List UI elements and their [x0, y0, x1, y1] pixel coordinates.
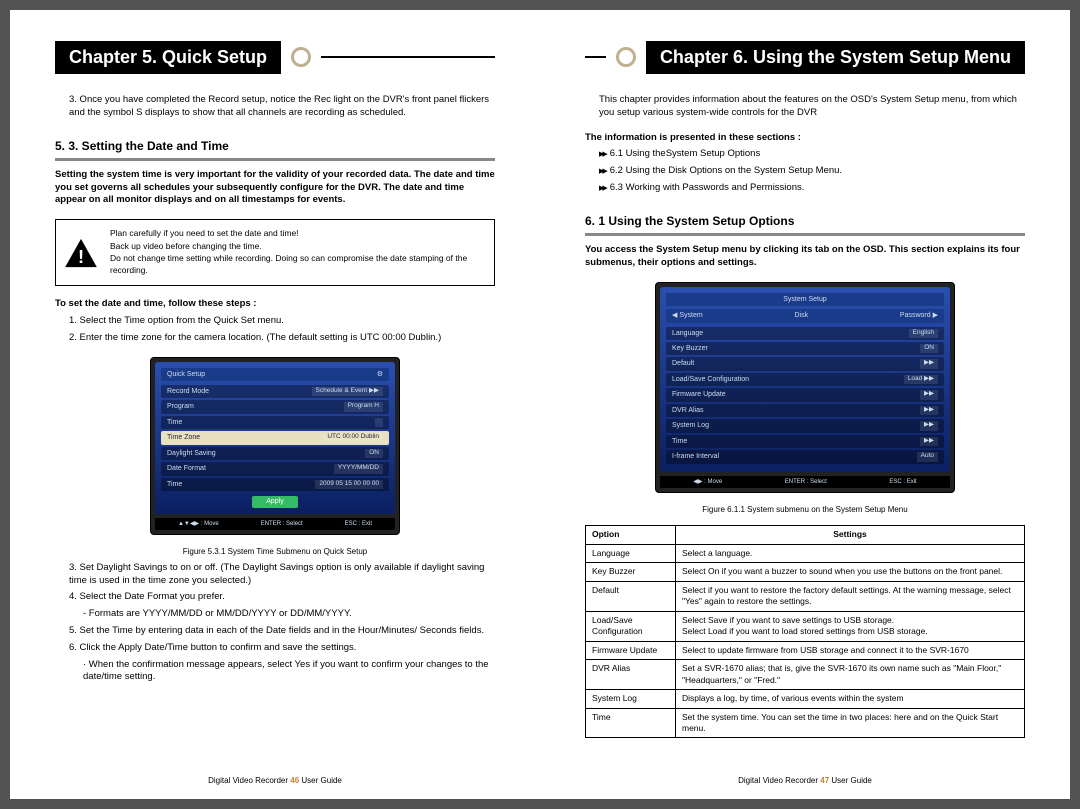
steps-intro: To set the date and time, follow these s…	[55, 298, 495, 311]
menu-row: Daylight SavingON	[161, 447, 389, 460]
step-item: 1. Select the Time option from the Quick…	[55, 315, 495, 328]
menu-row: Date FormatYYYY/MM/DD	[161, 462, 389, 475]
decor-line	[585, 56, 606, 58]
warning-icon: !	[64, 238, 98, 268]
table-row: System LogDisplays a log, by time, of va…	[586, 690, 1025, 708]
toc-item: 6.1 Using theSystem Setup Options	[599, 148, 1025, 161]
ui-screenshot-systemsetup: System Setup ◀ System Disk Password ▶ La…	[655, 282, 955, 493]
table-row: TimeSet the system time. You can set the…	[586, 708, 1025, 738]
step-item: 2. Enter the time zone for the camera lo…	[55, 332, 495, 345]
page-right: Chapter 6. Using the System Setup Menu T…	[540, 10, 1070, 799]
sections-heading: The information is presented in these se…	[585, 132, 1025, 145]
step-subitem: · When the confirmation message appears,…	[55, 659, 495, 685]
warning-box: ! Plan carefully if you need to set the …	[55, 219, 495, 286]
table-header-option: Option	[586, 526, 676, 544]
decor-circle	[616, 47, 636, 67]
chapter-title: Chapter 6. Using the System Setup Menu	[646, 41, 1025, 74]
content-left: 3. Once you have completed the Record se…	[55, 94, 495, 779]
menu-row: Key BuzzerON	[666, 342, 944, 355]
menu-row: Record ModeSchedule & Event ▶▶	[161, 385, 389, 398]
warning-text: Plan carefully if you need to set the da…	[110, 228, 486, 277]
page-footer: Digital Video Recorder 46 User Guide	[10, 776, 540, 785]
menu-row: LanguageEnglish	[666, 327, 944, 340]
table-row: Key BuzzerSelect On if you want a buzzer…	[586, 563, 1025, 581]
menu-row: Default▶▶	[666, 357, 944, 370]
step-subitem: - Formats are YYYY/MM/DD or MM/DD/YYYY o…	[55, 608, 495, 621]
table-row: DefaultSelect if you want to restore the…	[586, 581, 1025, 611]
figure-caption: Figure 6.1.1 System submenu on the Syste…	[585, 505, 1025, 516]
intro-list-item: 3. Once you have completed the Record se…	[55, 94, 495, 120]
menu-row: Time▶▶	[666, 435, 944, 448]
menu-row: Time	[161, 416, 389, 429]
chapter-header-left: Chapter 5. Quick Setup	[55, 40, 495, 74]
step-item: 3. Set Daylight Savings to on or off. (T…	[55, 562, 495, 588]
section-heading: 5. 3. Setting the Date and Time	[55, 134, 495, 161]
section-body: You access the System Setup menu by clic…	[585, 244, 1025, 270]
options-table: Option Settings LanguageSelect a languag…	[585, 525, 1025, 738]
section-body: Setting the system time is very importan…	[55, 169, 495, 207]
content-right: This chapter provides information about …	[585, 94, 1025, 779]
step-item: 4. Select the Date Format you prefer.	[55, 591, 495, 604]
apply-button: Apply	[252, 496, 298, 507]
manual-spread: Chapter 5. Quick Setup 3. Once you have …	[10, 10, 1070, 799]
step-item: 5. Set the Time by entering data in each…	[55, 625, 495, 638]
figure-caption: Figure 5.3.1 System Time Submenu on Quic…	[55, 547, 495, 558]
svg-text:!: !	[78, 246, 84, 267]
table-row: Firmware UpdateSelect to update firmware…	[586, 641, 1025, 659]
page-number: 47	[820, 776, 829, 785]
toc-item: 6.3 Working with Passwords and Permissio…	[599, 182, 1025, 195]
menu-row: Time ZoneUTC 00:00 Dublin	[161, 431, 389, 444]
section-heading: 6. 1 Using the System Setup Options	[585, 209, 1025, 236]
menu-row: Load/Save ConfigurationLoad ▶▶	[666, 373, 944, 386]
menu-row: ProgramProgram H	[161, 400, 389, 413]
ui-screenshot-quicksetup: Quick Setup⚙ Record ModeSchedule & Event…	[150, 357, 400, 535]
chapter-header-right: Chapter 6. Using the System Setup Menu	[585, 40, 1025, 74]
chapter-title: Chapter 5. Quick Setup	[55, 41, 281, 74]
toc-list: 6.1 Using theSystem Setup Options 6.2 Us…	[585, 148, 1025, 194]
table-row: Load/Save ConfigurationSelect Save if yo…	[586, 611, 1025, 641]
table-row: DVR AliasSet a SVR-1670 alias; that is, …	[586, 660, 1025, 690]
chapter-intro: This chapter provides information about …	[585, 94, 1025, 120]
step-item: 6. Click the Apply Date/Time button to c…	[55, 642, 495, 655]
table-row: LanguageSelect a language.	[586, 544, 1025, 562]
table-header-settings: Settings	[676, 526, 1025, 544]
menu-row: DVR Alias▶▶	[666, 404, 944, 417]
menu-row: Firmware Update▶▶	[666, 388, 944, 401]
decor-circle	[291, 47, 311, 67]
page-footer: Digital Video Recorder 47 User Guide	[540, 776, 1070, 785]
menu-row: Time2009 05 15 00 00 00	[161, 478, 389, 491]
toc-item: 6.2 Using the Disk Options on the System…	[599, 165, 1025, 178]
decor-line	[321, 56, 495, 58]
page-number: 46	[290, 776, 299, 785]
page-left: Chapter 5. Quick Setup 3. Once you have …	[10, 10, 540, 799]
menu-row: I-frame IntervalAuto	[666, 450, 944, 463]
menu-row: System Log▶▶	[666, 419, 944, 432]
